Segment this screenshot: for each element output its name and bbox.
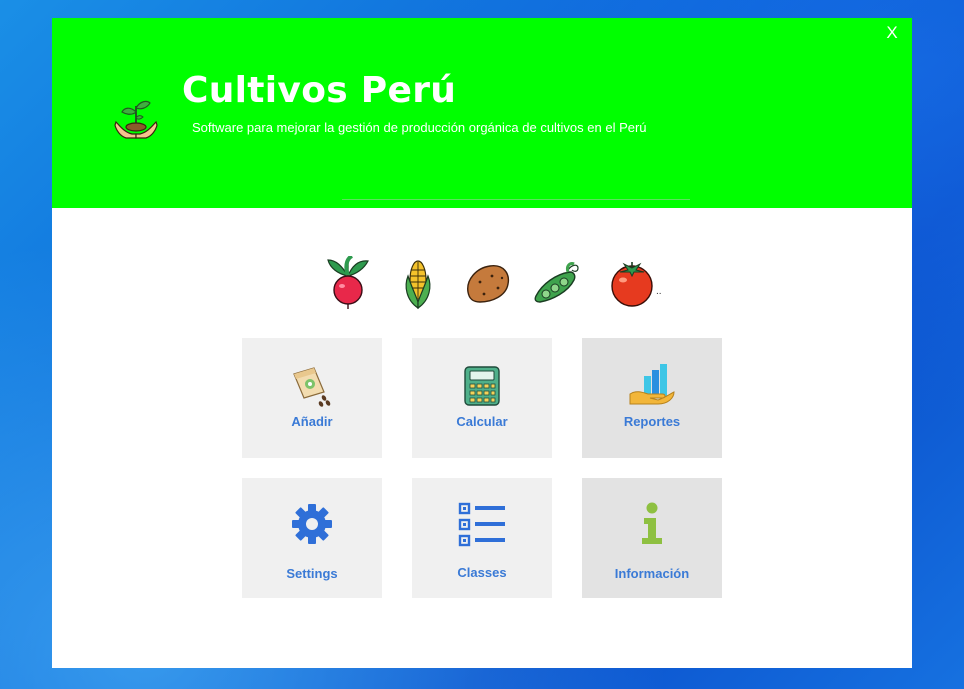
reports-tile-label: Reportes [623,414,681,429]
app-title: Cultivos Perú [182,70,457,111]
vegetable-banner-dots: .. [656,286,662,297]
seed-packet-icon [293,367,331,407]
calculate-tile-label: Calcular [456,414,508,429]
checklist-icon [458,502,505,547]
calculator-icon [464,366,500,406]
add-tile[interactable]: Añadir [242,338,382,458]
settings-tile[interactable]: Settings [242,478,382,598]
bar-chart-hand-icon [629,364,675,405]
corn-icon [405,260,431,310]
classes-tile-label: Classes [457,565,507,580]
settings-tile-label: Settings [286,566,338,581]
calculate-tile[interactable]: Calcular [412,338,552,458]
sprout-in-hands-icon [114,100,158,139]
app-window: X Cultivos Perú Software para mejorar la… [52,18,912,668]
gear-icon [292,504,332,544]
information-tile-label: Información [614,566,690,581]
reports-tile[interactable]: Reportes [582,338,722,458]
vegetable-banner: .. [322,256,682,312]
app-subtitle: Software para mejorar la gestión de prod… [192,120,647,135]
pea-pod-icon [534,262,579,303]
beet-icon [327,256,369,309]
classes-tile[interactable]: Classes [412,478,552,598]
info-icon [642,502,662,544]
potato-icon [467,265,510,303]
tomato-icon [611,262,653,307]
information-tile[interactable]: Información [582,478,722,598]
header-banner: X Cultivos Perú Software para mejorar la… [52,18,912,208]
header-divider [342,199,690,200]
close-button[interactable]: X [882,22,902,44]
add-tile-label: Añadir [291,414,333,429]
